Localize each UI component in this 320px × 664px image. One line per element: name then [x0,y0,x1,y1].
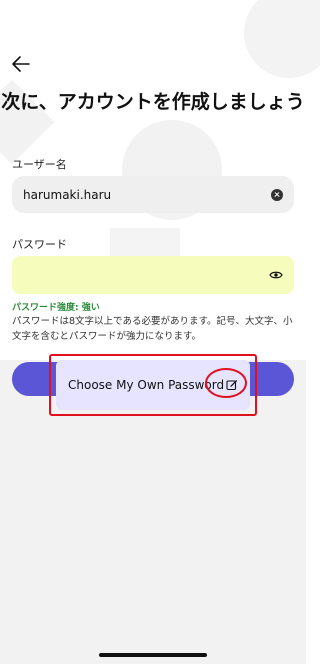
username-label: ユーザー名 [12,158,67,171]
clear-icon[interactable] [271,188,283,201]
password-field[interactable] [12,256,294,294]
page-title: 次に、アカウントを作成しましょう [1,91,305,113]
highlight-circle [205,368,247,398]
username-field[interactable]: harumaki.haru [12,176,294,213]
password-label: パスワード [12,238,67,251]
eye-icon[interactable] [269,270,283,280]
decorative-circle [244,0,320,78]
username-value[interactable]: harumaki.haru [23,188,271,202]
home-indicator [99,653,207,657]
back-arrow-icon[interactable] [10,54,32,74]
password-hint: パスワードは8文字以上である必要があります。記号、大文字、小文字を含むとパスワー… [12,316,293,342]
password-strength: パスワード強度: 強い [12,303,100,313]
